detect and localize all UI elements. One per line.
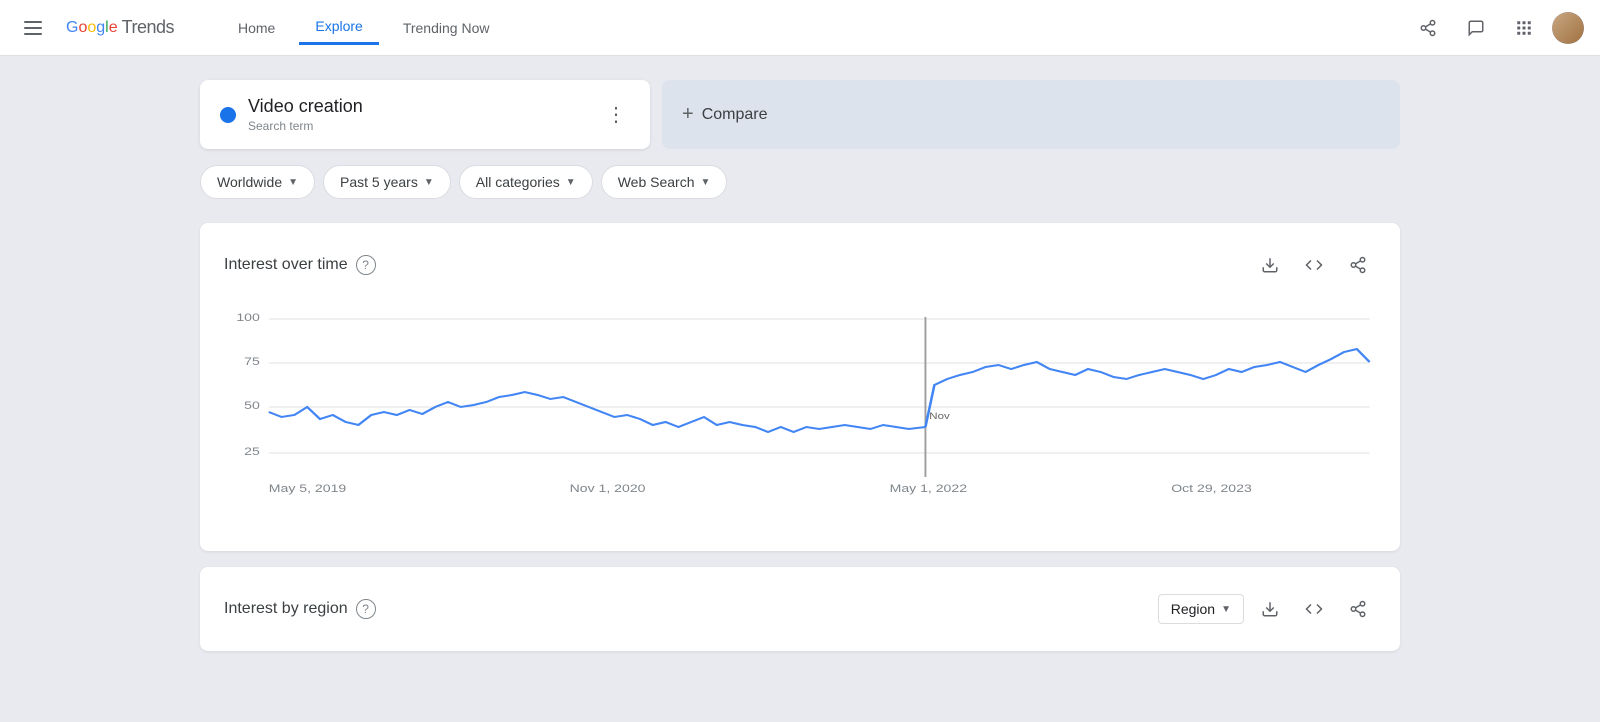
main-nav: Home Explore Trending Now — [222, 10, 505, 45]
share-chart-icon[interactable] — [1340, 247, 1376, 283]
compare-label: Compare — [702, 106, 768, 124]
svg-text:Oct 29, 2023: Oct 29, 2023 — [1171, 482, 1252, 494]
time-filter-arrow-icon: ▼ — [424, 177, 434, 188]
category-filter-button[interactable]: All categories ▼ — [459, 165, 593, 199]
svg-text:25: 25 — [244, 445, 260, 457]
term-name: Video creation — [248, 96, 590, 117]
compare-plus-icon: + — [682, 103, 694, 126]
filter-bar: Worldwide ▼ Past 5 years ▼ All categorie… — [200, 165, 1400, 199]
nav-trending-now[interactable]: Trending Now — [387, 12, 506, 44]
geo-filter-label: Worldwide — [217, 174, 282, 190]
svg-text:Nov: Nov — [929, 412, 950, 422]
region-title-area: Interest by region ? — [224, 599, 376, 619]
header-right — [1408, 8, 1584, 48]
apps-header-icon[interactable] — [1504, 8, 1544, 48]
header-left: Google Trends Home Explore Trending Now — [16, 10, 505, 45]
search-type-filter-arrow-icon: ▼ — [700, 177, 710, 188]
region-select-button[interactable]: Region ▼ — [1158, 594, 1244, 624]
svg-text:May 5, 2019: May 5, 2019 — [269, 482, 346, 494]
embed-chart-icon[interactable] — [1296, 247, 1332, 283]
interest-by-region-title: Interest by region — [224, 600, 348, 618]
chart-card-header: Interest over time ? — [224, 247, 1376, 283]
google-logo-text: Google — [66, 19, 118, 37]
geo-filter-arrow-icon: ▼ — [288, 177, 298, 188]
nav-home[interactable]: Home — [222, 12, 291, 44]
download-chart-icon[interactable] — [1252, 247, 1288, 283]
avatar[interactable] — [1552, 12, 1584, 44]
region-select-arrow-icon: ▼ — [1221, 604, 1231, 615]
interest-over-time-title: Interest over time — [224, 256, 348, 274]
search-area: Video creation Search term ⋮ + Compare — [200, 80, 1400, 149]
menu-icon[interactable] — [16, 13, 50, 43]
message-header-icon[interactable] — [1456, 8, 1496, 48]
search-type-filter-button[interactable]: Web Search ▼ — [601, 165, 728, 199]
svg-text:100: 100 — [236, 311, 259, 323]
region-select-label: Region — [1171, 601, 1215, 617]
app-header: Google Trends Home Explore Trending Now — [0, 0, 1600, 56]
term-dot — [220, 107, 236, 123]
interest-over-time-help-icon[interactable]: ? — [356, 255, 376, 275]
search-term-box: Video creation Search term ⋮ — [200, 80, 650, 149]
svg-text:75: 75 — [244, 355, 260, 367]
search-type-filter-label: Web Search — [618, 174, 695, 190]
main-content: Video creation Search term ⋮ + Compare W… — [0, 56, 1600, 722]
trends-logo-text: Trends — [122, 17, 174, 38]
interest-over-time-card: Interest over time ? — [200, 223, 1400, 551]
interest-chart-svg: 100 75 50 25 May 5, 2019 Nov 1, 2020 Ma — [224, 307, 1376, 527]
interest-by-region-help-icon[interactable]: ? — [356, 599, 376, 619]
region-card-header: Interest by region ? Region ▼ — [224, 591, 1376, 627]
term-type: Search term — [248, 119, 590, 133]
compare-box[interactable]: + Compare — [662, 80, 1400, 149]
time-filter-button[interactable]: Past 5 years ▼ — [323, 165, 451, 199]
svg-text:May 1, 2022: May 1, 2022 — [890, 482, 967, 494]
share-header-icon[interactable] — [1408, 8, 1448, 48]
svg-text:Nov 1, 2020: Nov 1, 2020 — [570, 482, 646, 494]
google-trends-logo[interactable]: Google Trends — [66, 17, 174, 38]
embed-region-icon[interactable] — [1296, 591, 1332, 627]
chart-title-area: Interest over time ? — [224, 255, 376, 275]
chart-actions — [1252, 247, 1376, 283]
svg-text:50: 50 — [244, 399, 260, 411]
time-filter-label: Past 5 years — [340, 174, 418, 190]
category-filter-arrow-icon: ▼ — [566, 177, 576, 188]
term-info: Video creation Search term — [248, 96, 590, 133]
download-region-icon[interactable] — [1252, 591, 1288, 627]
term-menu-icon[interactable]: ⋮ — [602, 98, 630, 131]
region-actions: Region ▼ — [1158, 591, 1376, 627]
category-filter-label: All categories — [476, 174, 560, 190]
interest-by-region-card: Interest by region ? Region ▼ — [200, 567, 1400, 651]
nav-explore[interactable]: Explore — [299, 10, 378, 45]
share-region-icon[interactable] — [1340, 591, 1376, 627]
chart-container: 100 75 50 25 May 5, 2019 Nov 1, 2020 Ma — [224, 307, 1376, 527]
geo-filter-button[interactable]: Worldwide ▼ — [200, 165, 315, 199]
